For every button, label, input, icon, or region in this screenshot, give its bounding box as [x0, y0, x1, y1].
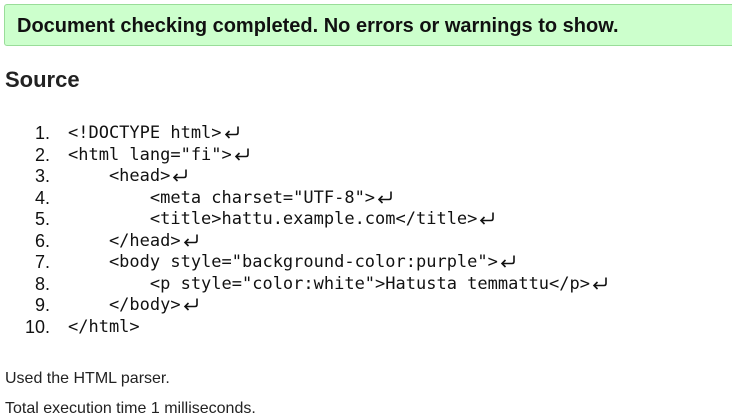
- line-code-text: <p style="color:white">Hatusta temmattu<…: [68, 273, 590, 294]
- line-code: <body style="background-color:purple">: [68, 252, 517, 274]
- line-code: </body>: [68, 295, 200, 317]
- line-code: <!DOCTYPE html>: [68, 123, 241, 145]
- line-number: 6.: [34, 230, 50, 251]
- line-code-text: <title>hattu.example.com</title>: [68, 209, 478, 229]
- line-code-text: <body style="background-color:purple">: [68, 252, 498, 272]
- line-code-text: </html>: [68, 316, 140, 337]
- line-code: <p style="color:white">Hatusta temmattu<…: [68, 274, 609, 296]
- line-number: 4.: [34, 187, 50, 208]
- line-number: 10.: [24, 316, 50, 337]
- success-banner: Document checking completed. No errors o…: [4, 4, 732, 46]
- source-heading: Source: [5, 67, 80, 92]
- line-number: 8.: [34, 273, 50, 294]
- line-code-text: <head>: [68, 166, 171, 186]
- line-feed-return-icon: [591, 276, 609, 290]
- line-code: </head>: [68, 231, 200, 253]
- line-feed-return-icon: [182, 233, 200, 247]
- line-feed-return-icon: [171, 168, 189, 182]
- line-feed-return-icon: [478, 211, 496, 225]
- line-feed-return-icon: [233, 147, 251, 161]
- line-number: 2.: [34, 144, 50, 165]
- line-code-text: <!DOCTYPE html>: [68, 123, 222, 143]
- parser-note: Used the HTML parser.: [5, 370, 170, 387]
- line-feed-return-icon: [182, 297, 200, 311]
- line-number: 5.: [34, 209, 50, 229]
- line-code-text: </body>: [68, 295, 181, 315]
- line-feed-return-icon: [223, 125, 241, 139]
- line-code: <meta charset="UTF-8">: [68, 188, 394, 210]
- line-number: 1.: [34, 123, 50, 143]
- line-number: 7.: [34, 252, 50, 272]
- line-code: <html lang="fi">: [68, 145, 251, 167]
- line-code-text: <html lang="fi">: [68, 144, 232, 165]
- line-code: <title>hattu.example.com</title>: [68, 209, 496, 231]
- line-code: <head>: [68, 166, 189, 188]
- line-code-text: <meta charset="UTF-8">: [68, 187, 376, 208]
- line-feed-return-icon: [499, 254, 517, 268]
- success-message: Document checking completed. No errors o…: [17, 15, 619, 37]
- line-number: 9.: [34, 295, 50, 315]
- execution-time-note: Total execution time 1 milliseconds.: [5, 400, 256, 417]
- line-code: </html>: [68, 317, 140, 339]
- line-number: 3.: [34, 166, 50, 186]
- line-feed-return-icon: [376, 190, 394, 204]
- line-code-text: </head>: [68, 230, 181, 251]
